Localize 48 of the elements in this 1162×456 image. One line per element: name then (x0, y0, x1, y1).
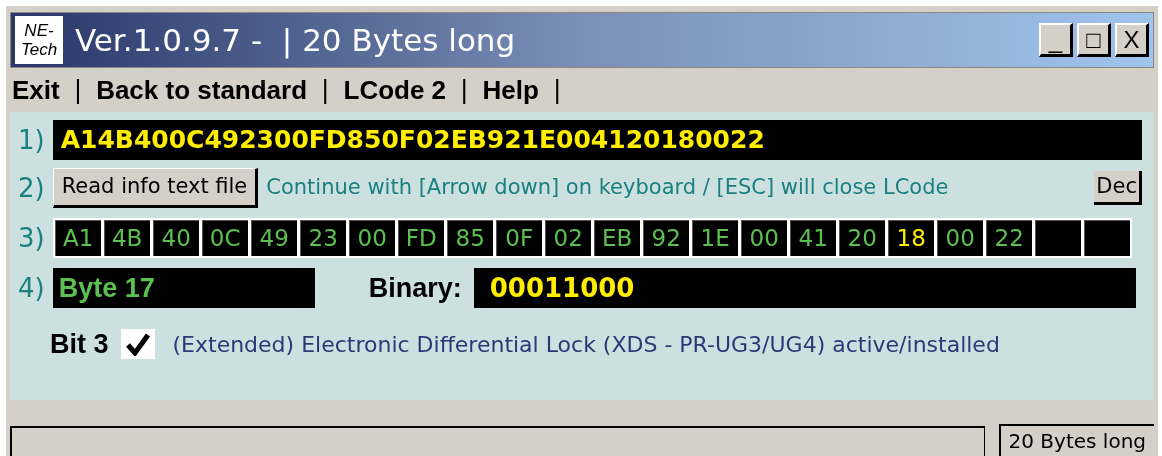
menu-separator: | (551, 74, 563, 107)
app-logo: NE-Tech (15, 16, 63, 64)
byte-cell[interactable]: 0F (495, 220, 542, 256)
row-label: 1) (18, 123, 45, 157)
maximize-button[interactable]: □ (1077, 23, 1111, 57)
bit-description: (Extended) Electronic Differential Lock (XDS - PR-UG3/UG4) active/installed (172, 330, 1000, 359)
minimize-button[interactable]: _ (1039, 23, 1073, 57)
status-bar-text: 20 Bytes long (998, 424, 1154, 456)
byte-cell[interactable]: 20 (838, 220, 885, 256)
menu-separator: | (459, 74, 470, 107)
hex-string-display: A14B400C492300FD850F02EB921E004120180022 (52, 120, 1142, 160)
byte-cell[interactable]: 00 (936, 220, 983, 256)
byte-cell[interactable]: 02 (544, 220, 591, 256)
byte-cell[interactable]: 00 (740, 220, 787, 256)
row-label: 2) (18, 171, 45, 205)
window-title: Ver.1.0.9.7 - | 20 Bytes long (75, 20, 516, 61)
byte-cell[interactable]: 40 (152, 220, 199, 256)
read-file-button[interactable]: Read info text file (52, 168, 259, 208)
byte-cell[interactable]: 85 (446, 220, 493, 256)
byte-cell[interactable]: 41 (789, 220, 836, 256)
row-label: 3) (18, 221, 45, 255)
row-label: 4) (18, 271, 45, 305)
menu-item[interactable]: Help (480, 70, 541, 110)
menu-item[interactable]: Exit (10, 70, 62, 110)
byte-cell[interactable]: 49 (250, 220, 297, 256)
byte-cell[interactable]: A1 (54, 220, 101, 256)
byte-cell[interactable]: 18 (887, 220, 934, 256)
byte-cell[interactable]: EB (593, 220, 640, 256)
byte-cell[interactable]: 23 (299, 220, 346, 256)
menu-separator: | (72, 74, 84, 107)
close-button[interactable]: X (1115, 23, 1149, 57)
menu-item[interactable]: LCode 2 (341, 70, 449, 110)
bit-label: Bit 3 (50, 327, 109, 361)
byte-cell[interactable]: 00 (348, 220, 395, 256)
byte-index-display: Byte 17 (52, 268, 315, 308)
hint-text: Continue with [Arrow down] on keyboard / [ESC] will close LCode (266, 174, 949, 202)
menu-item[interactable]: Back to standard (94, 70, 310, 110)
byte-cell[interactable]: 92 (642, 220, 689, 256)
dec-button[interactable]: Dec (1094, 171, 1142, 205)
byte-cell[interactable]: 1E (691, 220, 738, 256)
menu-separator: | (320, 74, 331, 107)
byte-cell[interactable]: 0C (201, 220, 248, 256)
binary-display: 00011000 (473, 268, 1136, 308)
binary-label: Binary: (368, 271, 462, 305)
checkbox[interactable] (120, 329, 155, 359)
byte-cell[interactable]: 22 (985, 220, 1032, 256)
byte-cell[interactable]: FD (397, 220, 444, 256)
byte-cell[interactable]: 4B (103, 220, 150, 256)
